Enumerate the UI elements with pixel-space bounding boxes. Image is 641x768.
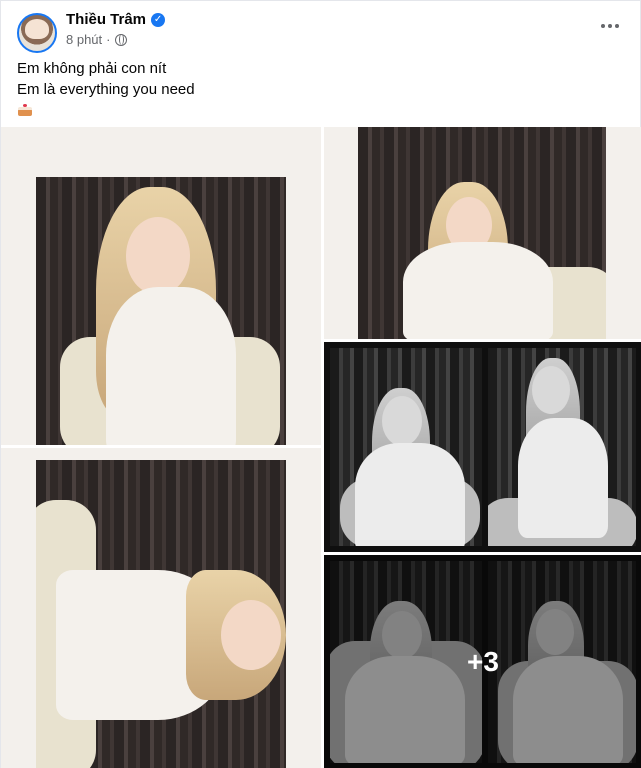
author-name[interactable]: Thiều Trâm [66,11,146,28]
more-photos-overlay[interactable]: +3 [324,555,641,768]
photo-3[interactable] [324,127,641,339]
photo-4-frame-a [330,348,482,546]
photo-2[interactable] [1,448,321,768]
more-photos-count: +3 [467,646,499,677]
meta-separator: · [106,32,111,47]
caption-line-1: Em không phải con nít [17,60,167,77]
caption-line-2: Em là everything you need [17,81,195,98]
photo-grid: +3 [1,127,641,768]
photo-2-image [36,460,286,768]
photo-1[interactable] [1,127,321,445]
post-caption: Em không phải con nít Em là everything y… [17,58,195,122]
avatar-face [25,19,49,39]
more-options-icon[interactable] [596,16,624,36]
verified-check-icon: ✓ [151,12,166,27]
post-timestamp[interactable]: 8 phút [66,32,102,47]
facebook-post: Thiều Trâm ✓ 8 phút · Em không phải con … [0,0,641,768]
post-header: Thiều Trâm ✓ 8 phút · [17,10,624,53]
author-avatar[interactable] [17,13,57,53]
photo-4-frame-b [488,348,636,546]
cake-emoji-icon [17,104,33,116]
photo-5[interactable]: +3 [324,555,641,768]
globe-icon[interactable] [114,33,127,46]
photo-1-image [36,177,286,445]
post-meta: 8 phút · [66,32,127,47]
photo-4[interactable] [324,342,641,552]
photo-3-image [358,127,606,339]
author-name-row: Thiều Trâm ✓ [66,11,166,28]
